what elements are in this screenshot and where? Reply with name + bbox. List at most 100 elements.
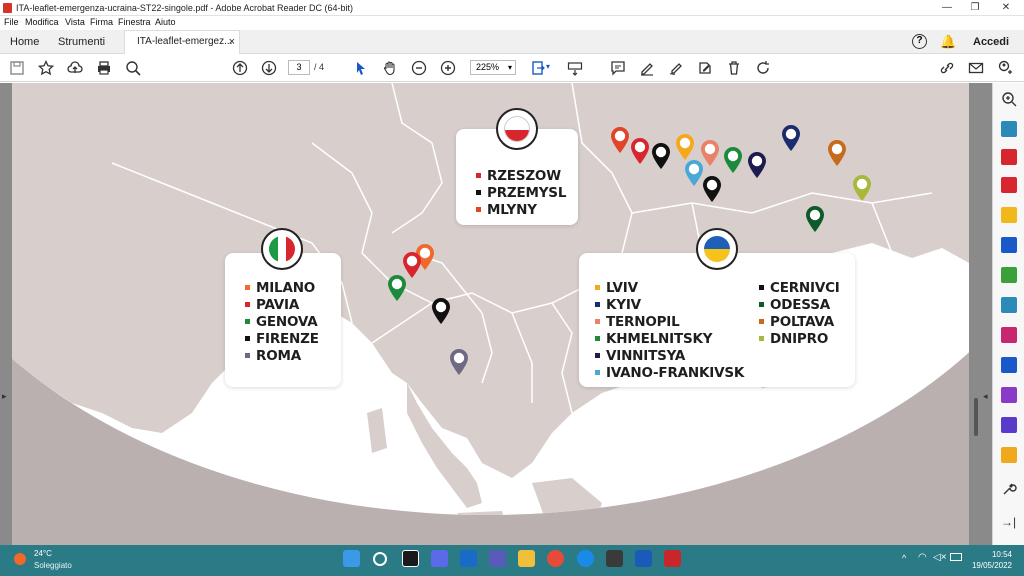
save-icon[interactable] [8,59,26,77]
collapse-rail-icon[interactable]: →| [1001,515,1017,531]
tab-tools[interactable]: Strumenti [58,30,105,54]
edit-stamp-icon[interactable] [696,59,714,77]
map-pin-icon [449,348,469,376]
zoom-in-icon[interactable] [439,59,457,77]
city-bullet [759,285,764,290]
city-przemysl: PRZEMYSL [476,184,566,201]
city-rzeszow: RZESZOW [476,167,566,184]
clock-time: 10:54 [991,550,1012,559]
left-panel-toggle-icon[interactable]: ▸ [2,391,7,402]
signin-button[interactable]: Accedi [973,30,1009,54]
tab-home[interactable]: Home [10,30,39,54]
city-kyiv: KYIV [595,296,744,313]
cloud-upload-icon[interactable] [66,59,84,77]
menu-firma[interactable]: Firma [90,17,113,27]
tools-rail: →| [992,83,1024,545]
document-viewer[interactable]: RZESZOW PRZEMYSL MLYNY MILANO PAVIA GENO… [0,83,992,545]
print-icon[interactable] [95,59,113,77]
acrobat-taskbar-icon[interactable] [664,550,681,567]
word-icon[interactable] [635,550,652,567]
menu-file[interactable]: File [4,17,19,27]
outlook-icon[interactable] [460,550,477,567]
star-icon[interactable] [37,59,55,77]
ukraine-card: LVIV KYIV TERNOPIL KHMELNITSKY VINNITSYA… [579,253,855,387]
page-total: / 4 [314,62,325,72]
keyboard-scroll-icon[interactable] [566,59,584,77]
bell-icon[interactable]: 🔔 [940,34,956,50]
zoom-out-icon[interactable] [410,59,428,77]
next-page-icon[interactable] [260,59,278,77]
menu-modifica[interactable]: Modifica [25,17,59,27]
tray-chevron-icon[interactable]: ^ [902,553,906,563]
page-number-input[interactable]: 3 [288,60,310,75]
user-add-icon[interactable] [996,59,1014,77]
right-panel-toggle-icon[interactable]: ◂ [983,391,988,402]
teams-icon[interactable] [489,550,506,567]
search-taskbar-icon[interactable] [373,552,387,566]
hand-tool-icon[interactable] [381,59,399,77]
comment-icon[interactable] [609,59,627,77]
more-tools-icon[interactable] [1001,481,1017,497]
combine-files-icon[interactable] [1001,237,1017,253]
tab-document[interactable]: ITA-leaflet-emergez... × [124,30,240,55]
chrome-icon[interactable] [547,550,564,567]
comment-tool-icon[interactable] [1001,207,1017,223]
menu-finestra[interactable]: Finestra [118,17,151,27]
delete-icon[interactable] [725,59,743,77]
fit-dropdown-icon[interactable]: ▾ [546,62,550,71]
task-view-icon[interactable] [402,550,419,567]
map-pin-icon [852,174,872,202]
city-odessa: ODESSA [759,296,840,313]
taskbar-clock[interactable]: 10:54 19/05/2022 [972,549,1012,571]
close-window-button[interactable]: ✕ [999,1,1013,15]
sign-pen-icon[interactable] [667,59,685,77]
maximize-button[interactable]: ❐ [968,1,982,15]
city-ternopil: TERNOPIL [595,313,744,330]
email-icon[interactable] [967,59,985,77]
protect-icon[interactable] [1001,357,1017,373]
volume-icon[interactable]: ◁× [933,552,947,563]
window-title: ITA-leaflet-emergenza-ucraina-ST22-singo… [16,3,353,13]
wifi-icon[interactable]: ◠ [918,552,927,563]
map-pin-icon [747,151,767,179]
rotate-icon[interactable] [754,59,772,77]
skype-icon[interactable] [577,550,594,567]
select-cursor-icon[interactable] [352,59,370,77]
sun-icon[interactable] [14,553,26,565]
zoom-search-icon[interactable] [1001,91,1017,107]
scan-ocr-icon[interactable] [1001,297,1017,313]
export-pdf-icon[interactable] [1001,121,1017,137]
search-zoom-icon[interactable] [124,59,142,77]
menu-aiuto[interactable]: Aiuto [155,17,176,27]
map-pin-icon [702,175,722,203]
italy-city-list: MILANO PAVIA GENOVA FIRENZE ROMA [245,279,319,364]
share-link-icon[interactable] [938,59,956,77]
organize-pages-icon[interactable] [1001,149,1017,165]
minimize-button[interactable]: — [940,1,954,15]
menu-bar: File Modifica Vista Firma Finestra Aiuto [0,16,1024,30]
start-icon[interactable] [343,550,360,567]
export-excel-icon[interactable] [1001,267,1017,283]
previous-page-icon[interactable] [231,59,249,77]
menu-vista[interactable]: Vista [65,17,85,27]
close-tab-button[interactable]: × [229,31,235,53]
city-ivano-frankivsk: IVANO-FRANKIVSK [595,364,744,381]
calculator-icon[interactable] [606,550,623,567]
zoom-select[interactable]: 225% [470,60,516,75]
city-bullet [245,353,250,358]
send-signature-icon[interactable] [1001,417,1017,433]
battery-icon[interactable] [950,553,962,561]
print-production-icon[interactable] [1001,387,1017,403]
redact-icon[interactable] [1001,447,1017,463]
pdf-page: RZESZOW PRZEMYSL MLYNY MILANO PAVIA GENO… [12,83,969,545]
highlight-pen-icon[interactable] [638,59,656,77]
create-pdf-icon[interactable] [1001,177,1017,193]
city-bullet [245,285,250,290]
poland-city-list: RZESZOW PRZEMYSL MLYNY [476,167,566,218]
help-icon[interactable]: ? [912,34,927,49]
fill-sign-icon[interactable] [1001,327,1017,343]
file-explorer-icon[interactable] [518,550,535,567]
zoom-app-icon[interactable] [431,550,448,567]
vertical-scrollbar[interactable] [974,398,978,436]
city-roma: ROMA [245,347,319,364]
